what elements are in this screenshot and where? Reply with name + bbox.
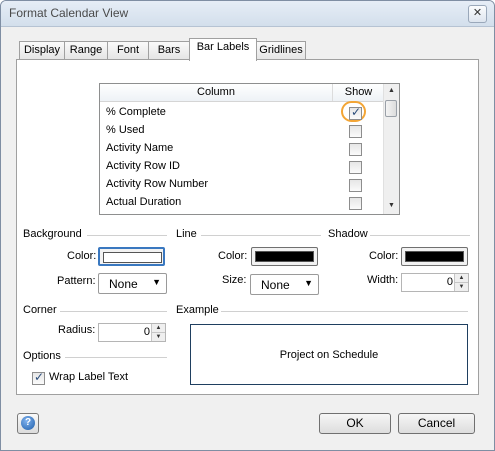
chevron-down-icon: ▼	[152, 277, 161, 287]
show-checkbox[interactable]	[349, 125, 362, 138]
line-heading: Line	[176, 228, 197, 240]
radius-value: 0	[143, 326, 150, 338]
scroll-down-icon[interactable]: ▼	[386, 200, 397, 211]
bar-labels-panel: Column Show % Complete ✓ % Used Activity…	[16, 59, 479, 395]
size-select[interactable]: None ▼	[250, 274, 319, 295]
stepper-buttons: ▲ ▼	[151, 324, 165, 341]
divider	[87, 235, 167, 236]
size-value: None	[261, 278, 290, 292]
pattern-select[interactable]: None ▼	[98, 273, 167, 294]
show-checkbox[interactable]	[349, 197, 362, 210]
divider	[60, 311, 167, 312]
size-label: Size:	[222, 274, 247, 286]
pattern-value: None	[109, 277, 138, 291]
background-color-button[interactable]	[98, 247, 165, 266]
scroll-thumb[interactable]	[385, 100, 397, 117]
show-checkbox[interactable]: ✓	[349, 105, 362, 120]
vertical-scrollbar[interactable]: ▲ ▼	[383, 84, 399, 214]
background-color-label: Color:	[67, 250, 97, 262]
decrement-icon[interactable]: ▼	[455, 283, 468, 291]
color-swatch	[405, 251, 464, 262]
radius-label: Radius:	[58, 324, 96, 336]
shadow-heading: Shadow	[328, 228, 368, 240]
options-heading: Options	[23, 350, 61, 362]
ok-button[interactable]: OK	[319, 413, 391, 434]
scroll-up-icon[interactable]: ▲	[386, 85, 397, 96]
tab-bars[interactable]: Bars	[148, 41, 190, 60]
background-heading: Background	[23, 228, 82, 240]
line-color-button[interactable]	[251, 247, 318, 266]
shadow-color-button[interactable]	[401, 247, 468, 266]
example-text: Project on Schedule	[279, 349, 379, 361]
grid-row[interactable]: Activity Row ID	[100, 158, 384, 176]
width-value: 0	[446, 276, 453, 288]
width-stepper[interactable]: 0 ▲ ▼	[401, 273, 469, 292]
checkmark-icon: ✓	[34, 370, 45, 384]
decrement-icon[interactable]: ▼	[152, 333, 165, 341]
show-checkbox[interactable]	[349, 179, 362, 192]
wrap-label-checkbox[interactable]: ✓	[32, 370, 45, 385]
divider	[221, 311, 468, 312]
help-icon: ?	[21, 416, 35, 430]
divider	[370, 235, 470, 236]
tab-range[interactable]: Range	[64, 41, 108, 60]
grid-row[interactable]: Activity Row Number	[100, 176, 384, 194]
show-checkbox[interactable]	[349, 161, 362, 174]
chevron-down-icon: ▼	[304, 278, 313, 288]
show-checkbox[interactable]	[349, 143, 362, 156]
tab-gridlines[interactable]: Gridlines	[256, 41, 306, 60]
width-label: Width:	[367, 274, 399, 286]
close-button[interactable]: ✕	[468, 5, 487, 23]
shadow-color-label: Color:	[369, 250, 399, 262]
tab-display[interactable]: Display	[19, 41, 65, 60]
help-button[interactable]: ?	[17, 413, 39, 434]
increment-icon[interactable]: ▲	[152, 324, 165, 333]
divider	[201, 235, 321, 236]
wrap-label-text[interactable]: Wrap Label Text	[49, 371, 128, 383]
color-swatch	[103, 252, 162, 263]
row-label: % Used	[106, 124, 145, 136]
grid-header: Column Show	[100, 84, 384, 102]
format-calendar-view-dialog: Format Calendar View ✕ Display Range Fon…	[0, 0, 495, 451]
pattern-label: Pattern:	[57, 275, 96, 287]
row-label: Activity Row ID	[106, 160, 180, 172]
grid-row[interactable]: % Used	[100, 122, 384, 140]
example-preview: Project on Schedule	[190, 324, 468, 385]
row-label: Actual Duration	[106, 196, 182, 208]
color-swatch	[255, 251, 314, 262]
tab-font[interactable]: Font	[107, 41, 149, 60]
row-label: % Complete	[106, 106, 166, 118]
grid-row[interactable]: % Complete ✓	[100, 101, 384, 122]
column-header[interactable]: Column	[100, 84, 333, 101]
checkmark-icon: ✓	[351, 105, 362, 119]
tab-bar-labels[interactable]: Bar Labels	[189, 38, 257, 61]
divider	[65, 357, 167, 358]
cancel-button[interactable]: Cancel	[398, 413, 475, 434]
row-label: Activity Name	[106, 142, 174, 154]
increment-icon[interactable]: ▲	[455, 274, 468, 283]
label-columns-grid[interactable]: Column Show % Complete ✓ % Used Activity…	[99, 83, 400, 215]
title-bar: Format Calendar View ✕	[1, 1, 494, 27]
row-label: Activity Row Number	[106, 178, 209, 190]
grid-row[interactable]: Actual Duration	[100, 194, 384, 212]
radius-stepper[interactable]: 0 ▲ ▼	[98, 323, 166, 342]
dialog-title: Format Calendar View	[9, 6, 129, 20]
example-heading: Example	[176, 304, 219, 316]
grid-row[interactable]: Activity Name	[100, 140, 384, 158]
stepper-buttons: ▲ ▼	[454, 274, 468, 291]
corner-heading: Corner	[23, 304, 57, 316]
show-header[interactable]: Show	[333, 84, 384, 101]
line-color-label: Color:	[218, 250, 248, 262]
